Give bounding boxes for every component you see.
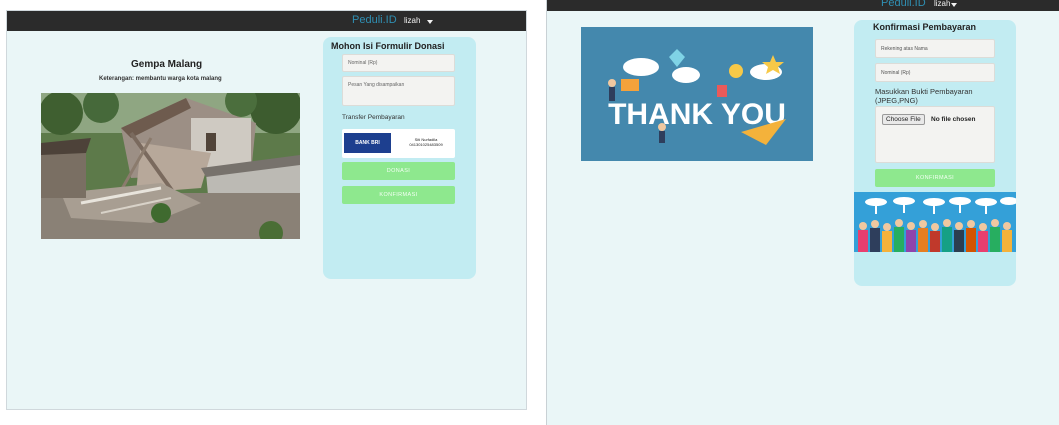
user-menu[interactable]: lizah — [404, 16, 420, 25]
donation-page-screen: Peduli.ID lizah Gempa Malang Keterangan:… — [6, 10, 527, 410]
campaign-description: Keterangan: membantu warga kota malang — [99, 76, 222, 82]
navbar: Peduli.ID lizah — [7, 11, 526, 31]
confirmation-form-panel: Konfirmasi Pembayaran Rekening atas Nama… — [854, 20, 1016, 286]
confirm-button[interactable]: KONFIRMASI — [875, 169, 995, 187]
bank-account-card: BANK BRI Siti Nurfadila 041301025483509 — [342, 129, 455, 158]
confirmation-page-screen: Peduli.ID lizah THANK YOU Konfirmasi Pem… — [546, 0, 1059, 425]
upload-label: Masukkan Bukti Pembayaran (JPEG,PNG) — [875, 87, 973, 105]
brand-logo[interactable]: Peduli.ID — [881, 0, 926, 9]
crowd-illustration — [854, 192, 1016, 252]
donate-button[interactable]: DONASI — [342, 162, 455, 180]
donation-form-panel: Mohon Isi Formulir Donasi Nominal (Rp) P… — [323, 37, 476, 279]
choose-file-button[interactable]: Choose File — [882, 114, 925, 125]
campaign-title: Gempa Malang — [131, 59, 203, 70]
file-status: No file chosen — [931, 116, 976, 123]
account-name-input[interactable]: Rekening atas Nama — [875, 39, 995, 58]
account-number: 041301025483509 — [409, 142, 443, 147]
chevron-down-icon[interactable] — [427, 20, 433, 24]
nominal-input[interactable]: Nominal (Rp) — [875, 63, 995, 82]
chevron-down-icon[interactable] — [951, 3, 957, 7]
thank-you-text: THANK YOU — [608, 98, 786, 131]
message-textarea[interactable]: Pesan Yang disampaikan — [342, 76, 455, 106]
user-menu[interactable]: lizah — [934, 0, 950, 8]
bank-account-info: Siti Nurfadila 041301025483509 — [398, 137, 454, 147]
form-title: Konfirmasi Pembayaran — [873, 22, 977, 32]
file-upload-box: Choose File No file chosen — [875, 106, 995, 163]
bank-bri-logo: BANK BRI — [344, 133, 391, 153]
form-title: Mohon Isi Formulir Donasi — [331, 41, 445, 51]
brand-logo[interactable]: Peduli.ID — [352, 14, 397, 26]
nominal-input[interactable]: Nominal (Rp) — [342, 54, 455, 72]
earthquake-photo — [41, 93, 300, 239]
navbar: Peduli.ID lizah — [547, 0, 1059, 11]
confirm-button[interactable]: KONFIRMASI — [342, 186, 455, 204]
thank-you-banner: THANK YOU — [581, 27, 813, 161]
transfer-label: Transfer Pembayaran — [342, 114, 405, 121]
